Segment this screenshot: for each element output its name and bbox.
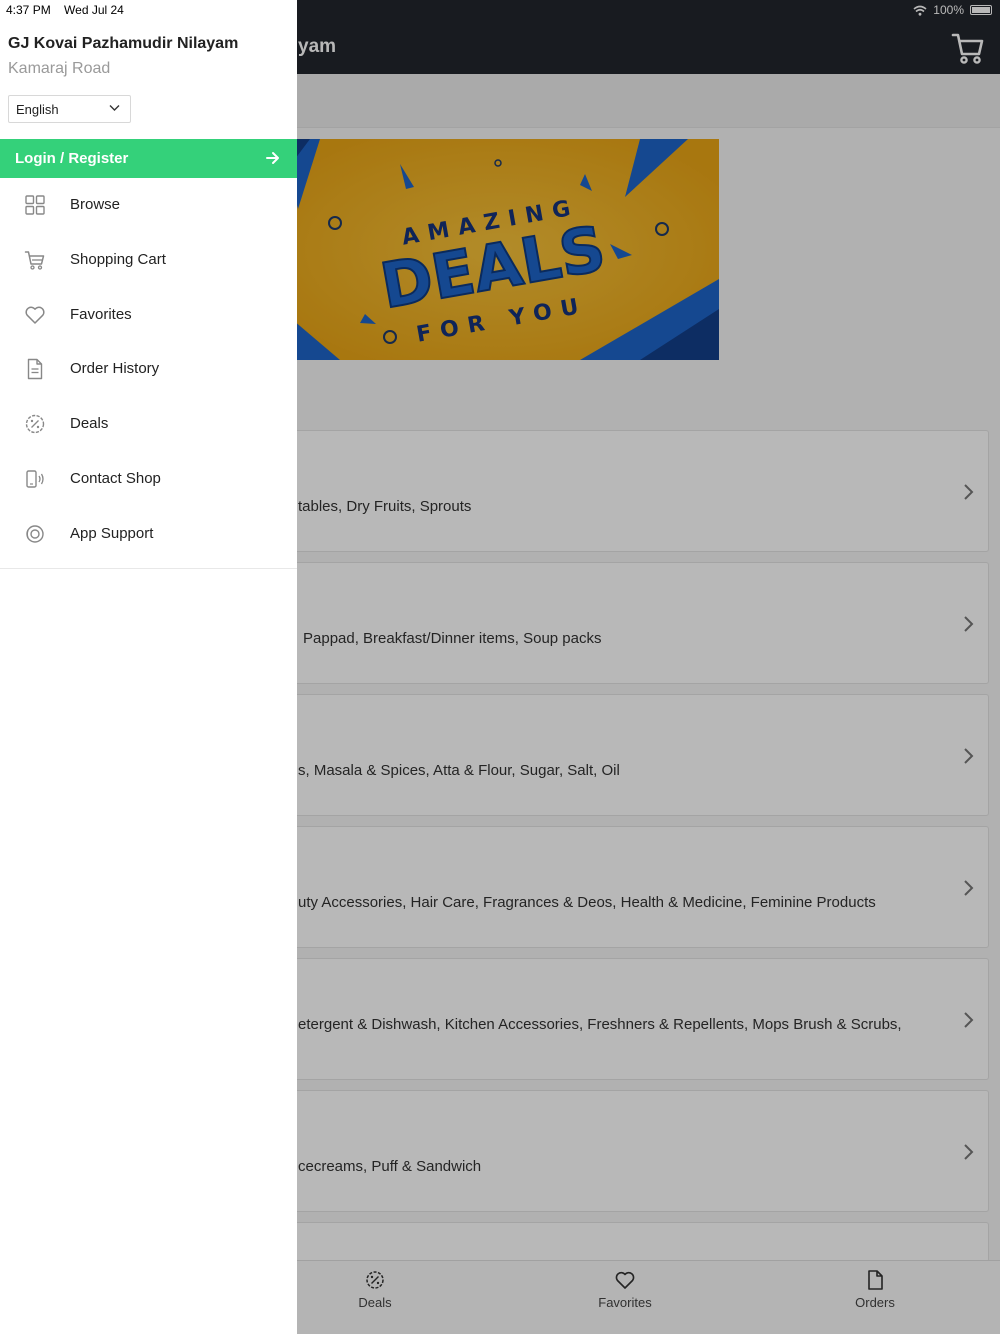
arrow-right-icon xyxy=(266,152,279,164)
menu-label: Deals xyxy=(70,415,109,433)
deals-badge-icon xyxy=(25,414,45,434)
menu-divider xyxy=(0,568,297,569)
menu-label: Shopping Cart xyxy=(70,250,166,268)
drawer-menu: Browse Shopping Cart Favorites Order His… xyxy=(0,178,297,562)
support-icon xyxy=(26,525,44,543)
menu-label: Contact Shop xyxy=(70,469,161,487)
side-drawer: 4:37 PM Wed Jul 24 GJ Kovai Pazhamudir N… xyxy=(0,0,297,1334)
menu-label: Favorites xyxy=(70,305,132,323)
menu-label: Order History xyxy=(70,360,160,378)
menu-item-contact-shop[interactable]: Contact Shop xyxy=(0,452,297,507)
chevron-down-icon xyxy=(109,105,120,111)
document-icon xyxy=(27,359,43,380)
grid-icon xyxy=(25,195,45,215)
language-value: English xyxy=(16,102,59,117)
menu-label: Browse xyxy=(70,196,121,213)
menu-item-favorites[interactable]: Favorites xyxy=(0,288,297,343)
store-location: Kamaraj Road xyxy=(8,60,111,77)
menu-item-browse[interactable]: Browse xyxy=(0,178,297,233)
heart-icon xyxy=(25,306,45,324)
language-select[interactable]: English xyxy=(8,95,131,123)
menu-item-deals[interactable]: Deals xyxy=(0,397,297,452)
menu-label: App Support xyxy=(70,524,154,542)
status-time: 4:37 PM xyxy=(6,3,51,17)
store-name: GJ Kovai Pazhamudir Nilayam xyxy=(8,35,239,52)
login-register-button[interactable]: Login / Register xyxy=(0,139,297,178)
drawer-status: 4:37 PM Wed Jul 24 xyxy=(6,3,124,17)
cart-icon xyxy=(24,251,45,270)
login-label: Login / Register xyxy=(15,150,129,167)
phone-icon xyxy=(26,470,44,488)
menu-item-order-history[interactable]: Order History xyxy=(0,342,297,397)
menu-item-app-support[interactable]: App Support xyxy=(0,507,297,562)
status-date: Wed Jul 24 xyxy=(64,3,124,17)
menu-item-shopping-cart[interactable]: Shopping Cart xyxy=(0,233,297,288)
